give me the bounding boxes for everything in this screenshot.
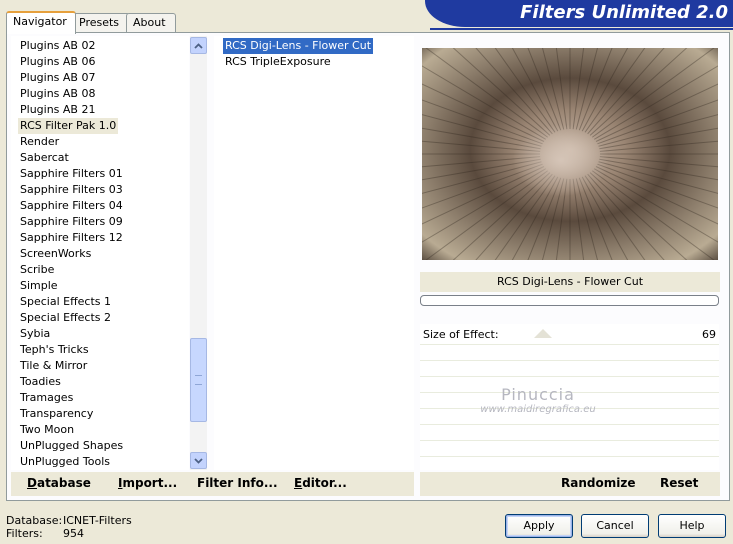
filter-item[interactable]: RCS TripleExposure bbox=[223, 54, 333, 70]
category-item[interactable]: Scribe bbox=[18, 262, 56, 278]
thumb-grip bbox=[195, 375, 202, 385]
scroll-down-button[interactable] bbox=[190, 452, 207, 469]
category-item[interactable]: Sapphire Filters 01 bbox=[18, 166, 125, 182]
control-row-empty bbox=[420, 361, 719, 377]
tab-navigator[interactable]: Navigator bbox=[6, 11, 76, 34]
filter-controls: Size of Effect: 69 bbox=[420, 324, 719, 470]
slider-thumb[interactable] bbox=[533, 329, 552, 338]
help-button[interactable]: Help bbox=[658, 514, 726, 538]
status-filters: Filters: 954 bbox=[6, 527, 84, 540]
preview-image bbox=[422, 48, 718, 260]
category-item[interactable]: Sabercat bbox=[18, 150, 71, 166]
category-item[interactable]: Tramages bbox=[18, 390, 75, 406]
category-item[interactable]: Special Effects 1 bbox=[18, 294, 113, 310]
randomize-button[interactable]: Randomize bbox=[561, 476, 635, 490]
category-item[interactable]: Plugins AB 21 bbox=[18, 102, 97, 118]
category-item[interactable]: Plugins AB 06 bbox=[18, 54, 97, 70]
filter-item[interactable]: RCS Digi-Lens - Flower Cut bbox=[223, 38, 374, 54]
category-item[interactable]: Simple bbox=[18, 278, 60, 294]
control-row-empty bbox=[420, 345, 719, 361]
reset-button[interactable]: Reset bbox=[660, 476, 698, 490]
category-item[interactable]: UnPlugged Shapes bbox=[18, 438, 125, 454]
control-row-empty bbox=[420, 393, 719, 409]
control-row-empty bbox=[420, 409, 719, 425]
cancel-button[interactable]: Cancel bbox=[581, 514, 649, 538]
control-label: Size of Effect: bbox=[423, 328, 499, 341]
banner-title: Filters Unlimited 2.0 bbox=[520, 2, 728, 23]
size-of-effect-slider[interactable] bbox=[492, 327, 646, 341]
category-item[interactable]: UnPlugged Tools bbox=[18, 454, 112, 470]
category-item[interactable]: Teph's Tricks bbox=[18, 342, 91, 358]
category-item[interactable]: Render bbox=[18, 134, 61, 150]
database-button[interactable]: Database bbox=[27, 476, 91, 490]
category-item[interactable]: Sapphire Filters 12 bbox=[18, 230, 125, 246]
tab-about[interactable]: About bbox=[126, 13, 176, 32]
apply-button[interactable]: Apply bbox=[505, 514, 573, 538]
control-row-empty bbox=[420, 425, 719, 441]
category-item[interactable]: ScreenWorks bbox=[18, 246, 93, 262]
current-filter-name: RCS Digi-Lens - Flower Cut bbox=[420, 272, 720, 292]
scroll-thumb[interactable] bbox=[190, 338, 207, 422]
category-item[interactable]: Sapphire Filters 03 bbox=[18, 182, 125, 198]
category-item[interactable]: Plugins AB 07 bbox=[18, 70, 97, 86]
category-item[interactable]: Sapphire Filters 04 bbox=[18, 198, 125, 214]
category-item[interactable]: Plugins AB 08 bbox=[18, 86, 97, 102]
category-item[interactable]: Special Effects 2 bbox=[18, 310, 113, 326]
status-database: Database: ICNET-Filters bbox=[6, 514, 132, 527]
progress-bar bbox=[420, 295, 719, 306]
control-row-empty bbox=[420, 377, 719, 393]
category-scrollbar[interactable] bbox=[190, 36, 207, 470]
filter-info-button[interactable]: Filter Info... bbox=[197, 476, 278, 490]
category-item[interactable]: Tile & Mirror bbox=[18, 358, 89, 374]
category-item[interactable]: Plugins AB 02 bbox=[18, 38, 97, 54]
banner-underline bbox=[430, 28, 733, 30]
scroll-up-button[interactable] bbox=[190, 37, 207, 54]
category-item[interactable]: Transparency bbox=[18, 406, 95, 422]
import-button[interactable]: Import... bbox=[118, 476, 177, 490]
category-item[interactable]: Sybia bbox=[18, 326, 52, 342]
tab-presets[interactable]: Presets bbox=[72, 13, 130, 32]
editor-button[interactable]: Editor... bbox=[294, 476, 347, 490]
chevron-up-icon bbox=[194, 42, 203, 49]
filter-list[interactable]: RCS Digi-Lens - Flower Cut RCS TripleExpo… bbox=[214, 36, 414, 470]
chevron-down-icon bbox=[194, 457, 203, 464]
category-item[interactable]: RCS Filter Pak 1.0 bbox=[18, 118, 119, 134]
category-list[interactable]: Plugins AB 02 Plugins AB 06 Plugins AB 07 P… bbox=[11, 36, 189, 470]
category-item[interactable]: Sapphire Filters 09 bbox=[18, 214, 125, 230]
control-row-empty bbox=[420, 441, 719, 457]
control-value: 69 bbox=[702, 328, 716, 341]
category-item[interactable]: Two Moon bbox=[18, 422, 76, 438]
control-row-size-of-effect[interactable]: Size of Effect: 69 bbox=[420, 324, 719, 345]
category-item[interactable]: Toadies bbox=[18, 374, 63, 390]
